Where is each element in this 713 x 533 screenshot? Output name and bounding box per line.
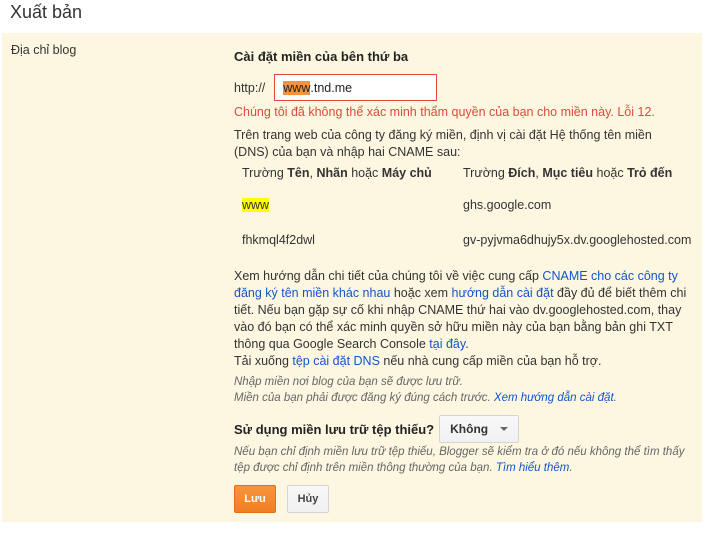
blog-address-panel: Địa chỉ blog Cài đặt miền của bên thứ ba… [2,33,702,522]
cname-row-name: fhkmql4f2dwl [242,233,315,247]
dns-config-file-link[interactable]: tệp cài đặt DNS [292,354,380,368]
naked-domain-select[interactable]: Không [439,415,520,443]
domain-input[interactable]: www .tnd.me [274,74,438,101]
cname-header-target: Trường Đích, Mục tiêu hoặc Trỏ đến [463,166,673,180]
learn-more-link[interactable]: Tìm hiểu thêm [496,462,570,474]
help-paragraph: Xem hướng dẫn chi tiết của chúng tôi về … [234,269,687,368]
section-heading: Cài đặt miền của bên thứ ba [234,49,409,64]
cname-row-target: gv-pyjvma6dhujy5x.dv.googlehosted.com [463,233,692,247]
domain-note: Nhập miền nơi blog của bạn sẽ được lưu t… [234,376,617,404]
note-setup-guide-link[interactable]: Xem hướng dẫn cài đặt [494,392,614,404]
domain-url-row: http:// www .tnd.me [234,74,438,101]
page-title: Xuất bản [10,2,83,22]
save-button[interactable]: Lưu [234,485,276,513]
cname-row: www ghs.google.com [242,198,702,216]
url-prefix: http:// [234,80,266,95]
cname-row-name: www [242,198,270,212]
domain-input-highlight: www [283,80,311,95]
naked-domain-note: Nếu bạn chỉ định miền lưu trữ tệp thiếu,… [234,446,685,474]
search-console-here-link[interactable]: tại đây [429,337,465,351]
dns-instructions: Trên trang web của công ty đăng ký miền,… [234,128,652,159]
blog-address-label: Địa chỉ blog [11,43,77,57]
domain-error-message: Chúng tôi đã không thể xác minh thẩm quy… [234,105,655,119]
action-buttons: Lưu Hủy [234,485,329,513]
cname-row: fhkmql4f2dwl gv-pyjvma6dhujy5x.dv.google… [242,233,702,251]
setup-guide-link[interactable]: hướng dẫn cài đặt [452,286,554,300]
naked-domain-label: Sử dụng miền lưu trữ tệp thiếu? [234,421,435,437]
cancel-button[interactable]: Hủy [287,485,329,513]
chevron-down-icon [500,427,509,431]
cname-header-name: Trường Tên, Nhãn hoặc Máy chủ [242,166,432,180]
naked-domain-row: Sử dụng miền lưu trữ tệp thiếu? Không [234,415,520,443]
cname-row-target: ghs.google.com [463,198,552,212]
cname-header-row: Trường Tên, Nhãn hoặc Máy chủ Trường Đíc… [242,166,702,184]
domain-input-rest: .tnd.me [310,80,353,95]
